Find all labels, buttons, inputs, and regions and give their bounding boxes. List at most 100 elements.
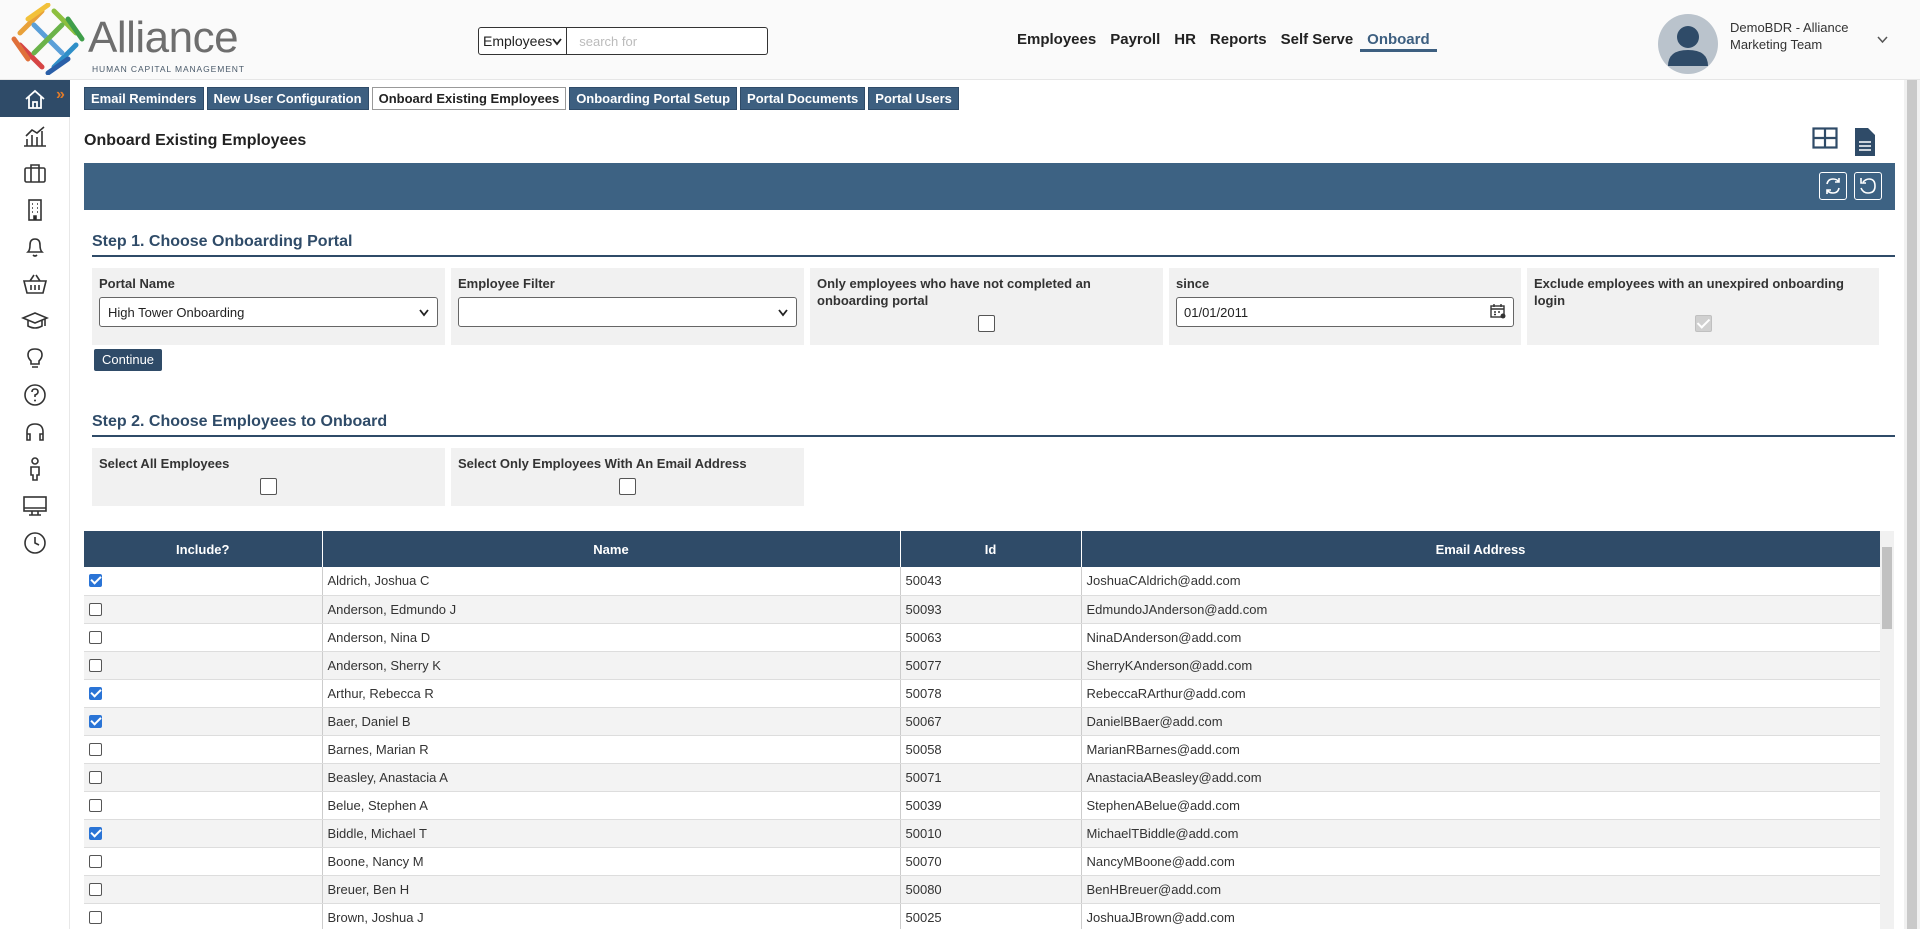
table-row[interactable]: Baer, Daniel B 50067 DanielBBaer@add.com <box>84 707 1880 736</box>
sidebar-item-training[interactable] <box>0 302 70 339</box>
column-header-name[interactable]: Name <box>322 531 901 567</box>
column-header-id[interactable]: Id <box>900 531 1082 567</box>
tab-portal-documents[interactable]: Portal Documents <box>740 87 866 110</box>
employee-email: SherryKAnderson@add.com <box>1081 651 1880 680</box>
undo-button[interactable] <box>1854 172 1882 200</box>
exclude-unexpired-field: Exclude employees with an unexpired onbo… <box>1527 268 1879 345</box>
include-cell <box>84 595 323 624</box>
sidebar-expand-icon[interactable]: » <box>56 86 65 104</box>
employee-filter-select[interactable] <box>458 297 797 327</box>
sidebar-item-time[interactable] <box>0 524 70 561</box>
user-name-line1: DemoBDR - Alliance <box>1730 20 1849 35</box>
include-cell <box>84 735 323 764</box>
alliance-logo-icon <box>11 3 85 75</box>
sidebar-item-notifications[interactable] <box>0 228 70 265</box>
avatar[interactable] <box>1658 14 1718 74</box>
column-header-include[interactable]: Include? <box>84 531 323 567</box>
search-scope-select[interactable]: Employees <box>478 27 568 55</box>
employee-id: 50039 <box>900 791 1082 820</box>
employees-table: Include? Name Id Email Address Aldrich, … <box>84 531 1880 929</box>
table-row[interactable]: Aldrich, Joshua C 50043 JoshuaCAldrich@add… <box>84 567 1880 596</box>
exclude-unexpired-checkbox <box>1694 315 1712 332</box>
portal-name-select[interactable]: High Tower Onboarding <box>99 297 438 327</box>
tab-email-reminders[interactable]: Email Reminders <box>84 87 204 110</box>
include-checkbox[interactable] <box>89 574 102 588</box>
table-row[interactable]: Belue, Stephen A 50039 StephenABelue@add.c… <box>84 791 1880 820</box>
include-checkbox[interactable] <box>89 910 102 924</box>
sidebar-item-company[interactable] <box>0 191 70 228</box>
sidebar-item-profile[interactable] <box>0 450 70 487</box>
chevron-down-icon <box>552 33 562 49</box>
since-date-input[interactable]: 01/01/2011 <box>1176 297 1514 327</box>
include-checkbox[interactable] <box>89 770 102 784</box>
table-row[interactable]: Beasley, Anastacia A 50071 AnastaciaABeasl… <box>84 763 1880 792</box>
include-checkbox[interactable] <box>89 714 102 728</box>
sidebar-item-analytics[interactable] <box>0 117 70 154</box>
table-row[interactable]: Anderson, Edmundo J 50093 EdmundoJAnderson… <box>84 595 1880 624</box>
sidebar-item-devices[interactable] <box>0 487 70 524</box>
continue-button[interactable]: Continue <box>94 349 163 371</box>
table-row[interactable]: Anderson, Nina D 50063 NinaDAnderson@add.c… <box>84 623 1880 652</box>
sidebar-item-jobs[interactable] <box>0 154 70 191</box>
include-checkbox[interactable] <box>89 630 102 644</box>
nav-hr[interactable]: HR <box>1167 30 1203 52</box>
nav-self-serve[interactable]: Self Serve <box>1274 30 1361 52</box>
page-scroll-thumb[interactable] <box>1907 80 1917 929</box>
include-checkbox[interactable] <box>89 882 102 896</box>
user-name[interactable]: DemoBDR - Alliance Marketing Team <box>1730 19 1880 53</box>
person-icon <box>30 456 40 481</box>
table-row[interactable]: Boone, Nancy M 50070 NancyMBoone@add.com <box>84 847 1880 876</box>
include-checkbox[interactable] <box>89 686 102 700</box>
sidebar-item-benefits[interactable] <box>0 265 70 302</box>
sidebar-item-support[interactable] <box>0 413 70 450</box>
table-row[interactable]: Brown, Joshua J 50025 JoshuaJBrown@add.com <box>84 903 1880 929</box>
tab-onboard-existing-employees[interactable]: Onboard Existing Employees <box>371 87 567 110</box>
include-checkbox[interactable] <box>89 742 102 756</box>
include-checkbox[interactable] <box>89 658 102 672</box>
since-date-field: since 01/01/2011 <box>1169 268 1521 345</box>
nav-employees[interactable]: Employees <box>1010 30 1103 52</box>
nav-reports[interactable]: Reports <box>1203 30 1274 52</box>
nav-payroll[interactable]: Payroll <box>1103 30 1167 52</box>
chevron-down-icon <box>419 305 429 320</box>
search-input[interactable] <box>567 27 769 55</box>
include-checkbox[interactable] <box>89 854 102 868</box>
include-checkbox[interactable] <box>89 798 102 812</box>
nav-onboard[interactable]: Onboard <box>1360 30 1437 52</box>
table-row[interactable]: Barnes, Marian R 50058 MarianRBarnes@add.c… <box>84 735 1880 764</box>
only-incomplete-checkbox[interactable] <box>978 315 995 332</box>
tab-new-user-configuration[interactable]: New User Configuration <box>206 87 369 110</box>
page-title: Onboard Existing Employees <box>84 132 307 149</box>
column-header-email[interactable]: Email Address <box>1081 531 1880 567</box>
employee-name: Boone, Nancy M <box>322 847 901 876</box>
refresh-button[interactable] <box>1819 172 1847 200</box>
include-cell <box>84 847 323 876</box>
sidebar-item-help[interactable] <box>0 376 70 413</box>
employee-email: JoshuaCAldrich@add.com <box>1081 567 1880 596</box>
include-cell <box>84 651 323 680</box>
select-all-checkbox[interactable] <box>260 478 277 495</box>
table-row[interactable]: Anderson, Sherry K 50077 SherryKAnderson@a… <box>84 651 1880 680</box>
brand-logo[interactable]: Alliance HUMAN CAPITAL MANAGEMENT <box>10 3 250 75</box>
document-icon[interactable] <box>1854 127 1876 160</box>
include-checkbox[interactable] <box>89 826 102 840</box>
calendar-icon[interactable] <box>1490 303 1506 322</box>
page-scrollbar[interactable] <box>1904 80 1920 929</box>
headset-icon <box>26 422 44 441</box>
sidebar-item-ideas[interactable] <box>0 339 70 376</box>
table-row[interactable]: Breuer, Ben H 50080 BenHBreuer@add.com <box>84 875 1880 904</box>
select-with-email-checkbox[interactable] <box>619 478 636 495</box>
tab-onboarding-portal-setup[interactable]: Onboarding Portal Setup <box>569 87 738 110</box>
employee-email: DanielBBaer@add.com <box>1081 707 1880 736</box>
include-cell <box>84 903 323 929</box>
grid-view-icon[interactable] <box>1812 127 1838 160</box>
table-scrollbar[interactable] <box>1880 531 1894 929</box>
table-row[interactable]: Arthur, Rebecca R 50078 RebeccaRArthur@add… <box>84 679 1880 708</box>
user-menu-chevron-icon[interactable] <box>1877 33 1888 47</box>
employee-email: MichaelTBiddle@add.com <box>1081 819 1880 848</box>
include-checkbox[interactable] <box>89 602 102 616</box>
tab-portal-users[interactable]: Portal Users <box>868 87 959 110</box>
table-row[interactable]: Biddle, Michael T 50010 MichaelTBiddle@add… <box>84 819 1880 848</box>
help-icon <box>24 383 46 406</box>
table-scroll-thumb[interactable] <box>1882 547 1892 629</box>
